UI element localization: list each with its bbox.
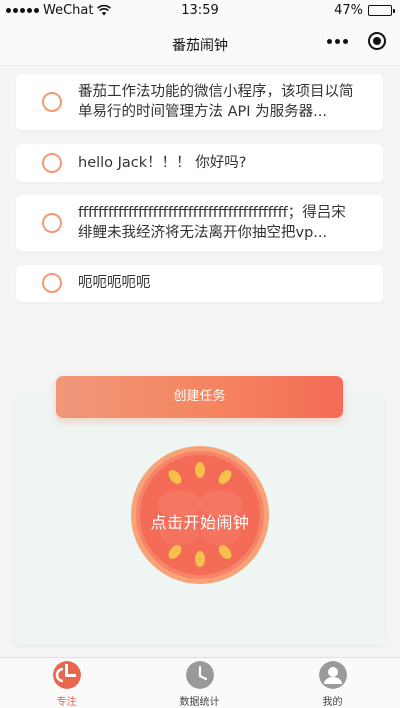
menu-capsule: [327, 32, 386, 50]
tab-bar: 专注 数据统计 我的: [0, 657, 400, 708]
tab-profile[interactable]: 我的: [266, 658, 399, 708]
battery-percent: 47%: [334, 3, 363, 18]
status-bar: WeChat 13:59 47%: [0, 0, 400, 22]
target-icon[interactable]: [368, 32, 386, 50]
start-timer-button[interactable]: 点击开始闹钟: [131, 446, 269, 584]
task-item[interactable]: hello Jack！！！ 你好吗?: [16, 144, 383, 182]
task-checkbox[interactable]: [42, 273, 62, 293]
start-timer-label: 点击开始闹钟: [150, 513, 250, 532]
create-task-button[interactable]: 创建任务: [56, 376, 343, 418]
tab-label: 数据统计: [179, 697, 220, 708]
task-item[interactable]: ffffffffffffffffffffffffffffffffffffffff…: [16, 195, 383, 251]
tab-focus[interactable]: 专注: [0, 658, 133, 708]
task-checkbox[interactable]: [42, 213, 62, 233]
tomato-icon: [52, 661, 81, 689]
tab-label: 专注: [56, 697, 77, 708]
tab-label: 我的: [322, 697, 343, 708]
task-checkbox[interactable]: [42, 153, 62, 173]
battery-icon: [368, 5, 395, 16]
nav-bar: 番茄闹钟: [0, 22, 400, 66]
task-checkbox[interactable]: [42, 92, 62, 112]
task-text: 番茄工作法功能的微信小程序，该项目以简单易行的时间管理方法 API 为服务器..…: [78, 84, 354, 120]
task-text: hello Jack！！！ 你好吗?: [78, 155, 247, 171]
more-dots-icon[interactable]: [327, 38, 348, 44]
tab-statistics[interactable]: 数据统计: [133, 658, 266, 708]
battery-group: 47%: [334, 3, 395, 18]
task-item[interactable]: 呃呃呃呃呃: [16, 265, 383, 302]
user-icon: [318, 661, 347, 689]
task-text: 呃呃呃呃呃: [78, 275, 151, 291]
task-item[interactable]: 番茄工作法功能的微信小程序，该项目以简单易行的时间管理方法 API 为服务器..…: [16, 74, 383, 130]
clock-icon: [185, 661, 214, 689]
task-text: ffffffffffffffffffffffffffffffffffffffff…: [78, 205, 346, 241]
